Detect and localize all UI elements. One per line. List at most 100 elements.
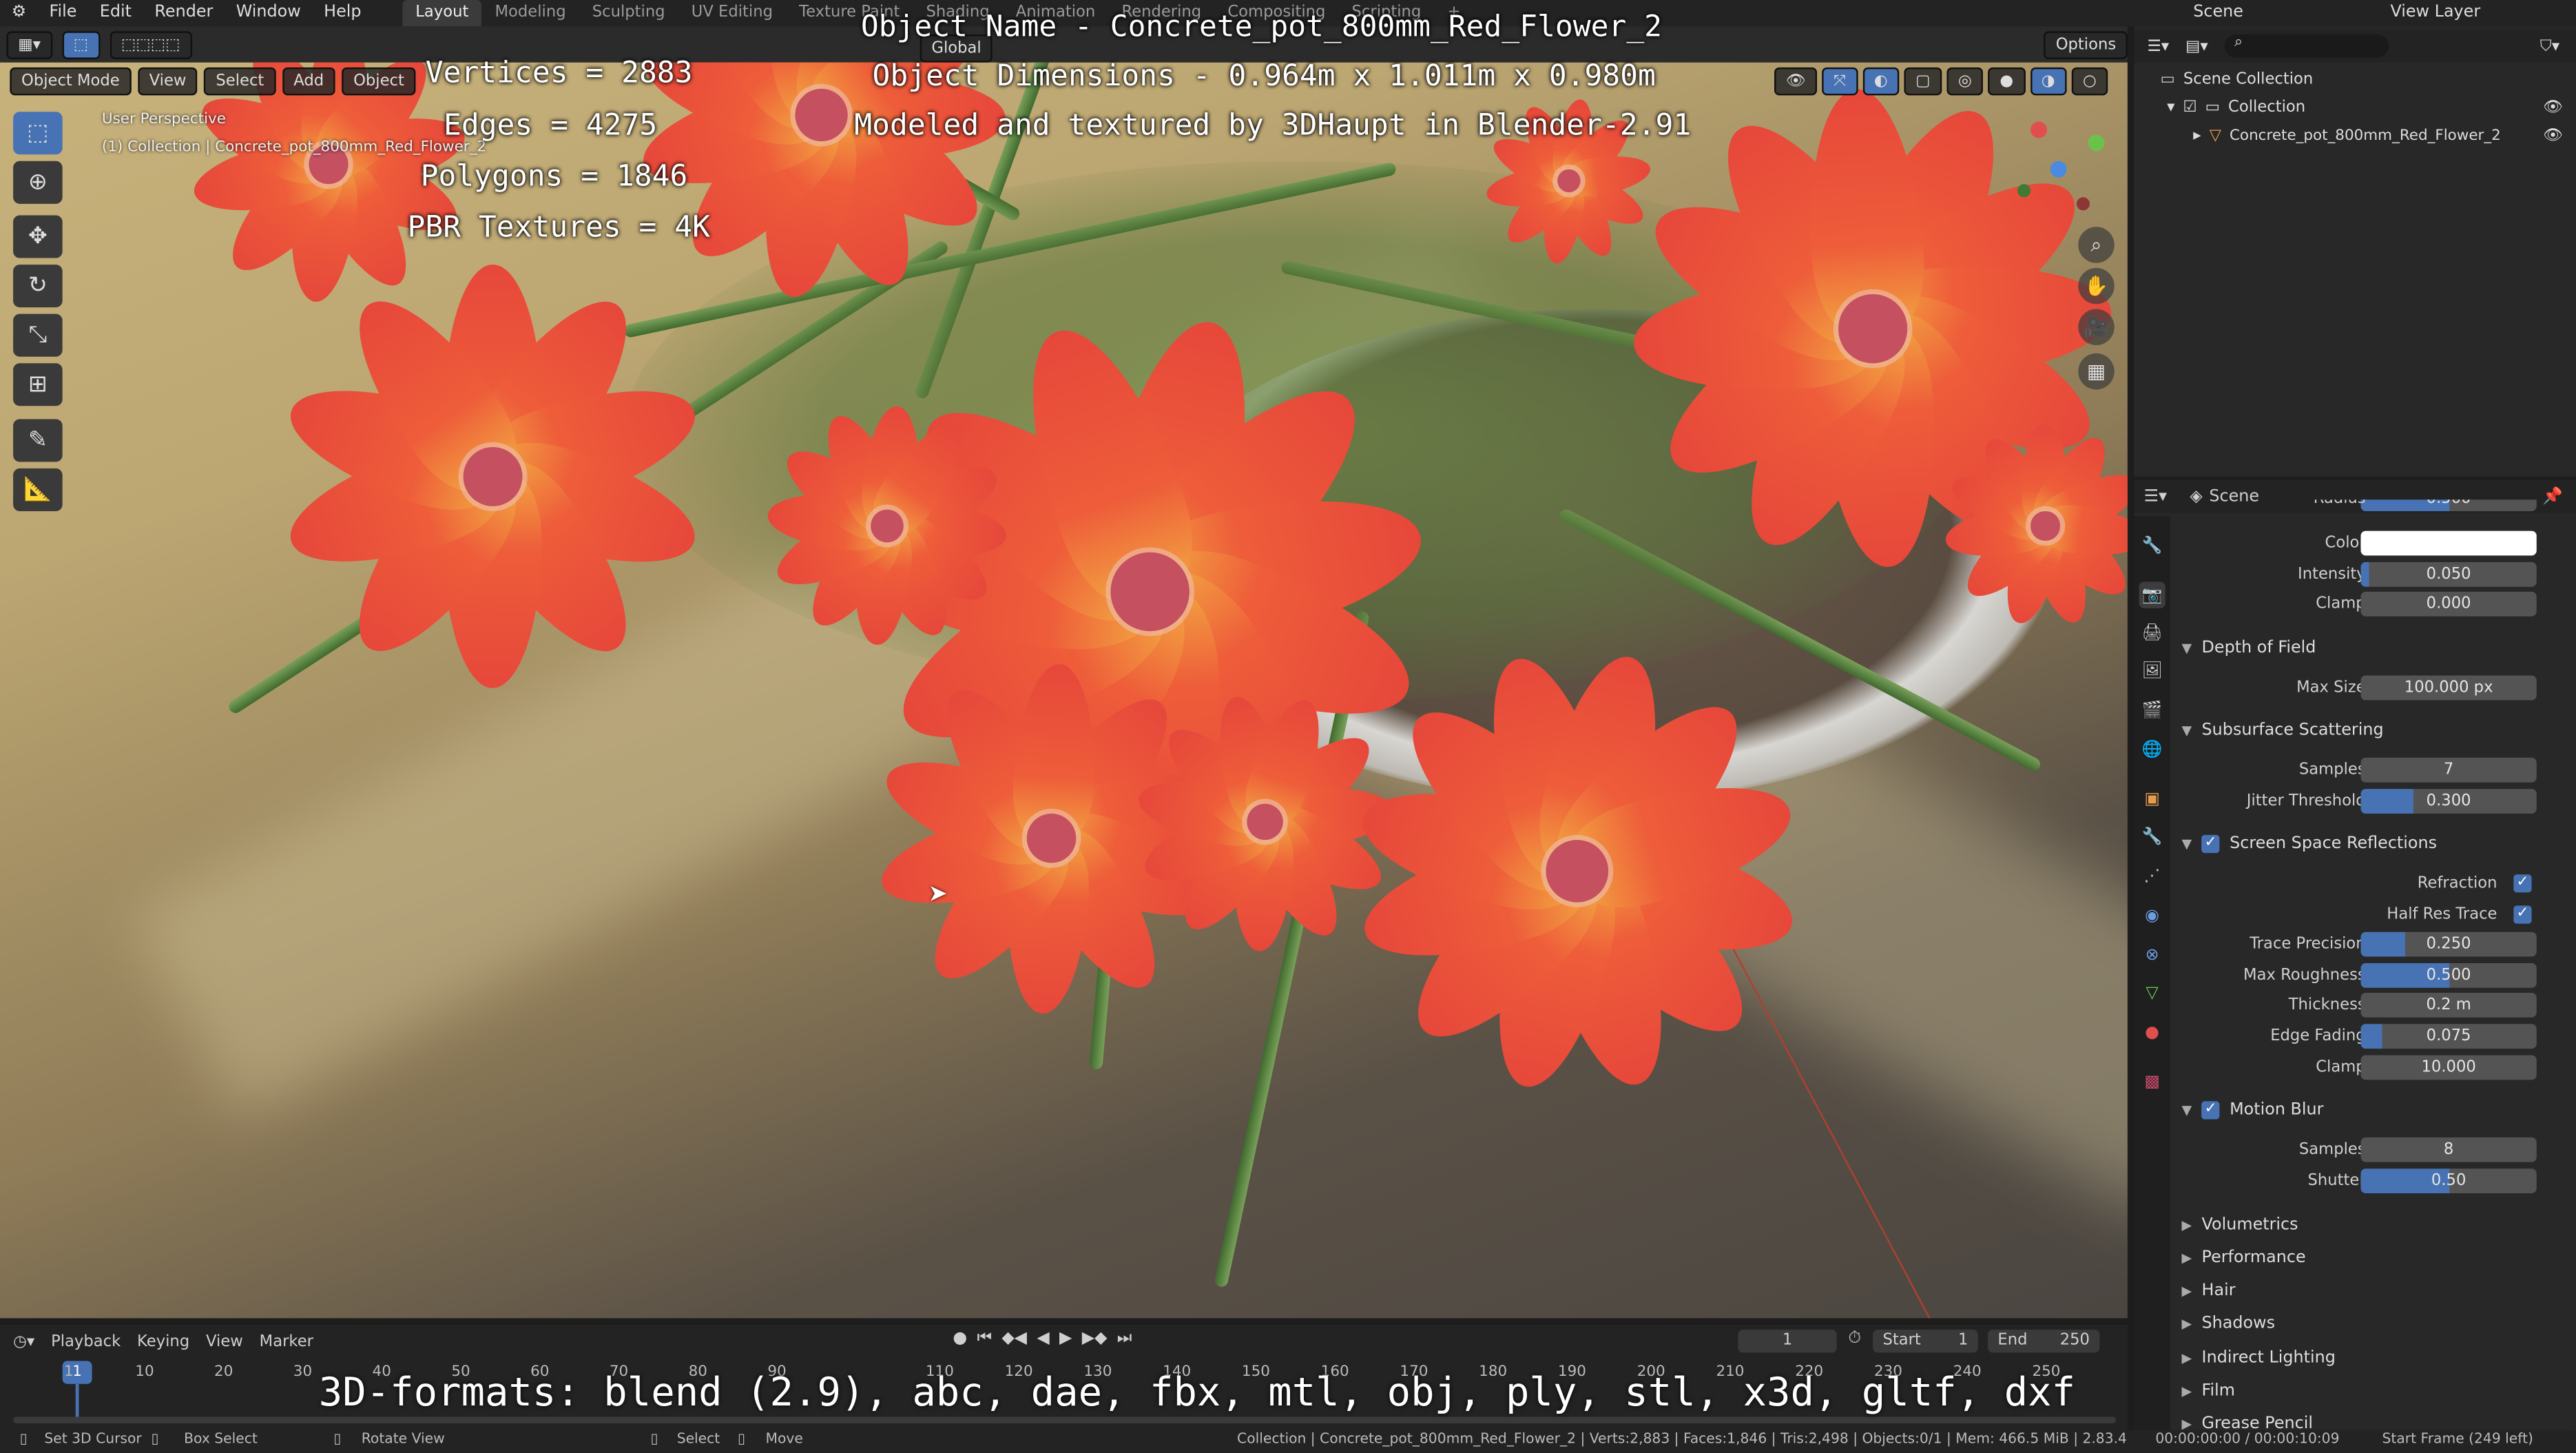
record-icon[interactable]: ● [953,1330,967,1348]
view-layer-tab-icon[interactable]: 🖼 [2139,657,2165,683]
half-res-checkbox[interactable]: ✓ [2513,905,2532,924]
jitter-field[interactable]: 0.300 [2360,789,2537,814]
world-tab-icon[interactable]: 🌐 [2139,736,2165,763]
trace-precision-field[interactable]: 0.250 [2360,931,2537,957]
menu-view[interactable]: View [137,66,198,95]
zoom-icon[interactable]: ⌕ [2078,227,2115,263]
blender-logo-icon[interactable]: ⚙ [0,0,38,26]
outliner-editor-icon[interactable]: ☰▾ [2147,37,2169,55]
checkbox-icon[interactable]: ☑ [2183,99,2196,116]
outliner-search[interactable]: ⌕ [2224,34,2389,58]
scene-selector[interactable]: Scene [2182,0,2379,26]
section-subsurface-scattering[interactable]: ▼ Subsurface Scattering [2168,713,2576,746]
menu-help[interactable]: Help [312,0,373,26]
xray-icon[interactable]: ▢ [1904,67,1942,96]
prev-keyframe-icon[interactable]: ◆◀ [1001,1330,1027,1348]
timeline-editor-icon[interactable]: ◷▾ [13,1332,34,1350]
output-tab-icon[interactable]: 🖨 [2139,619,2165,646]
color-swatch[interactable] [2360,530,2537,556]
select-mode-icon[interactable]: ⬚ [62,30,100,59]
measure-tool-icon[interactable]: 📐 [13,468,63,511]
jump-end-icon[interactable]: ⏭ [1117,1330,1132,1348]
solid-shading-icon[interactable]: ● [1988,67,2025,96]
ssr-clamp-field[interactable]: 10.000 [2360,1055,2537,1080]
section-screen-space-reflections[interactable]: ▼ ✓ Screen Space Reflections [2168,827,2576,860]
particles-tab-icon[interactable]: ⋰ [2139,863,2165,889]
refraction-checkbox[interactable]: ✓ [2513,874,2532,893]
menu-keying[interactable]: Keying [137,1332,189,1350]
menu-edit[interactable]: Edit [88,0,143,26]
section-hair[interactable]: ▶ Hair [2168,1274,2576,1307]
start-frame-field[interactable]: Start 1 [1873,1330,1978,1353]
view-layer-selector[interactable]: View Layer [2379,0,2576,26]
select-tool-icon[interactable]: ⬚ [13,112,63,155]
motion-blur-checkbox[interactable]: ✓ [2201,1100,2220,1119]
menu-add[interactable]: Add [282,66,335,95]
physics-tab-icon[interactable]: ◉ [2139,903,2165,929]
eye-icon[interactable]: 👁 [2543,127,2576,145]
menu-file[interactable]: File [38,0,88,26]
outliner-collection[interactable]: ▾ ☑ ▭ Collection 👁 [2134,94,2576,122]
menu-object[interactable]: Object [342,66,416,95]
menu-select[interactable]: Select [204,66,276,95]
object-mode-dropdown[interactable]: Object Mode [10,66,132,95]
outliner-object[interactable]: ▸ ▽ Concrete_pot_800mm_Red_Flower_2 👁 [2134,122,2576,150]
eye-icon[interactable]: 👁 [2543,99,2576,116]
tab-modeling[interactable]: Modeling [481,0,579,26]
section-volumetrics[interactable]: ▶ Volumetrics [2168,1208,2576,1241]
section-performance[interactable]: ▶ Performance [2168,1241,2576,1274]
rendered-shading-icon[interactable]: ○ [2071,67,2108,96]
transform-tool-icon[interactable]: ⊞ [13,363,63,406]
section-indirect-lighting[interactable]: ▶ Indirect Lighting [2168,1341,2576,1374]
timeline-scrollbar[interactable] [13,1416,2117,1424]
ssr-enable-checkbox[interactable]: ✓ [2201,834,2220,852]
data-tab-icon[interactable]: ▽ [2139,980,2165,1006]
properties-editor-icon[interactable]: ☰▾ [2144,487,2167,505]
expand-toggle-icon[interactable]: ▸ [2193,127,2201,145]
menu-marker[interactable]: Marker [260,1332,313,1350]
next-keyframe-icon[interactable]: ▶◆ [1082,1330,1108,1348]
radius-field[interactable]: 0.500 [2360,499,2537,511]
play-reverse-icon[interactable]: ◀ [1037,1330,1049,1348]
tab-sculpting[interactable]: Sculpting [579,0,678,26]
section-motion-blur[interactable]: ▼ ✓ Motion Blur [2168,1093,2576,1126]
wireframe-shading-icon[interactable]: ◎ [1946,67,1984,96]
menu-window[interactable]: Window [225,0,312,26]
jump-start-icon[interactable]: ⏮ [977,1330,992,1348]
menu-playback[interactable]: Playback [51,1332,121,1350]
constraints-tab-icon[interactable]: ⊗ [2139,942,2165,968]
max-roughness-field[interactable]: 0.500 [2360,963,2537,988]
rotate-tool-icon[interactable]: ↻ [13,265,63,308]
play-icon[interactable]: ▶ [1059,1330,1072,1348]
thickness-field[interactable]: 0.2 m [2360,992,2537,1018]
filter-icon[interactable]: ⛉▾ [2540,37,2576,55]
scale-tool-icon[interactable]: ⤡ [13,313,63,357]
max-size-field[interactable]: 100.000 px [2360,675,2537,701]
options-dropdown[interactable]: Options [2044,30,2128,59]
menu-render[interactable]: Render [143,0,225,26]
edge-fading-field[interactable]: 0.075 [2360,1024,2537,1049]
material-shading-icon[interactable]: ◑ [2030,67,2067,96]
move-tool-icon[interactable]: ✥ [13,215,63,258]
sss-samples-field[interactable]: 7 [2360,757,2537,783]
expand-toggle-icon[interactable]: ▾ [2167,99,2174,116]
object-tab-icon[interactable]: ▣ [2139,785,2165,812]
annotate-tool-icon[interactable]: ✎ [13,419,63,462]
texture-tab-icon[interactable]: ▩ [2139,1069,2165,1095]
select-box-modes[interactable]: ⬚⬚⬚⬚ [110,30,192,59]
mb-samples-field[interactable]: 8 [2360,1137,2537,1162]
section-shadows[interactable]: ▶ Shadows [2168,1307,2576,1340]
3d-viewport[interactable]: ➤ [0,62,2128,1319]
cursor-tool-icon[interactable]: ⊕ [13,161,63,204]
material-tab-icon[interactable]: ● [2139,1019,2165,1045]
intensity-field[interactable]: 0.050 [2360,561,2537,587]
overlay-icon[interactable]: ◐ [1862,67,1900,96]
current-frame-field[interactable]: 1 [1738,1330,1837,1353]
end-frame-field[interactable]: End 250 [1988,1330,2100,1353]
section-depth-of-field[interactable]: ▼ Depth of Field [2168,631,2576,664]
tab-uv-editing[interactable]: UV Editing [678,0,786,26]
axis-gizmo[interactable] [2008,118,2106,217]
tab-layout[interactable]: Layout [402,0,482,27]
display-mode-icon[interactable]: ▤▾ [2185,37,2208,55]
clamp-field[interactable]: 0.000 [2360,591,2537,617]
